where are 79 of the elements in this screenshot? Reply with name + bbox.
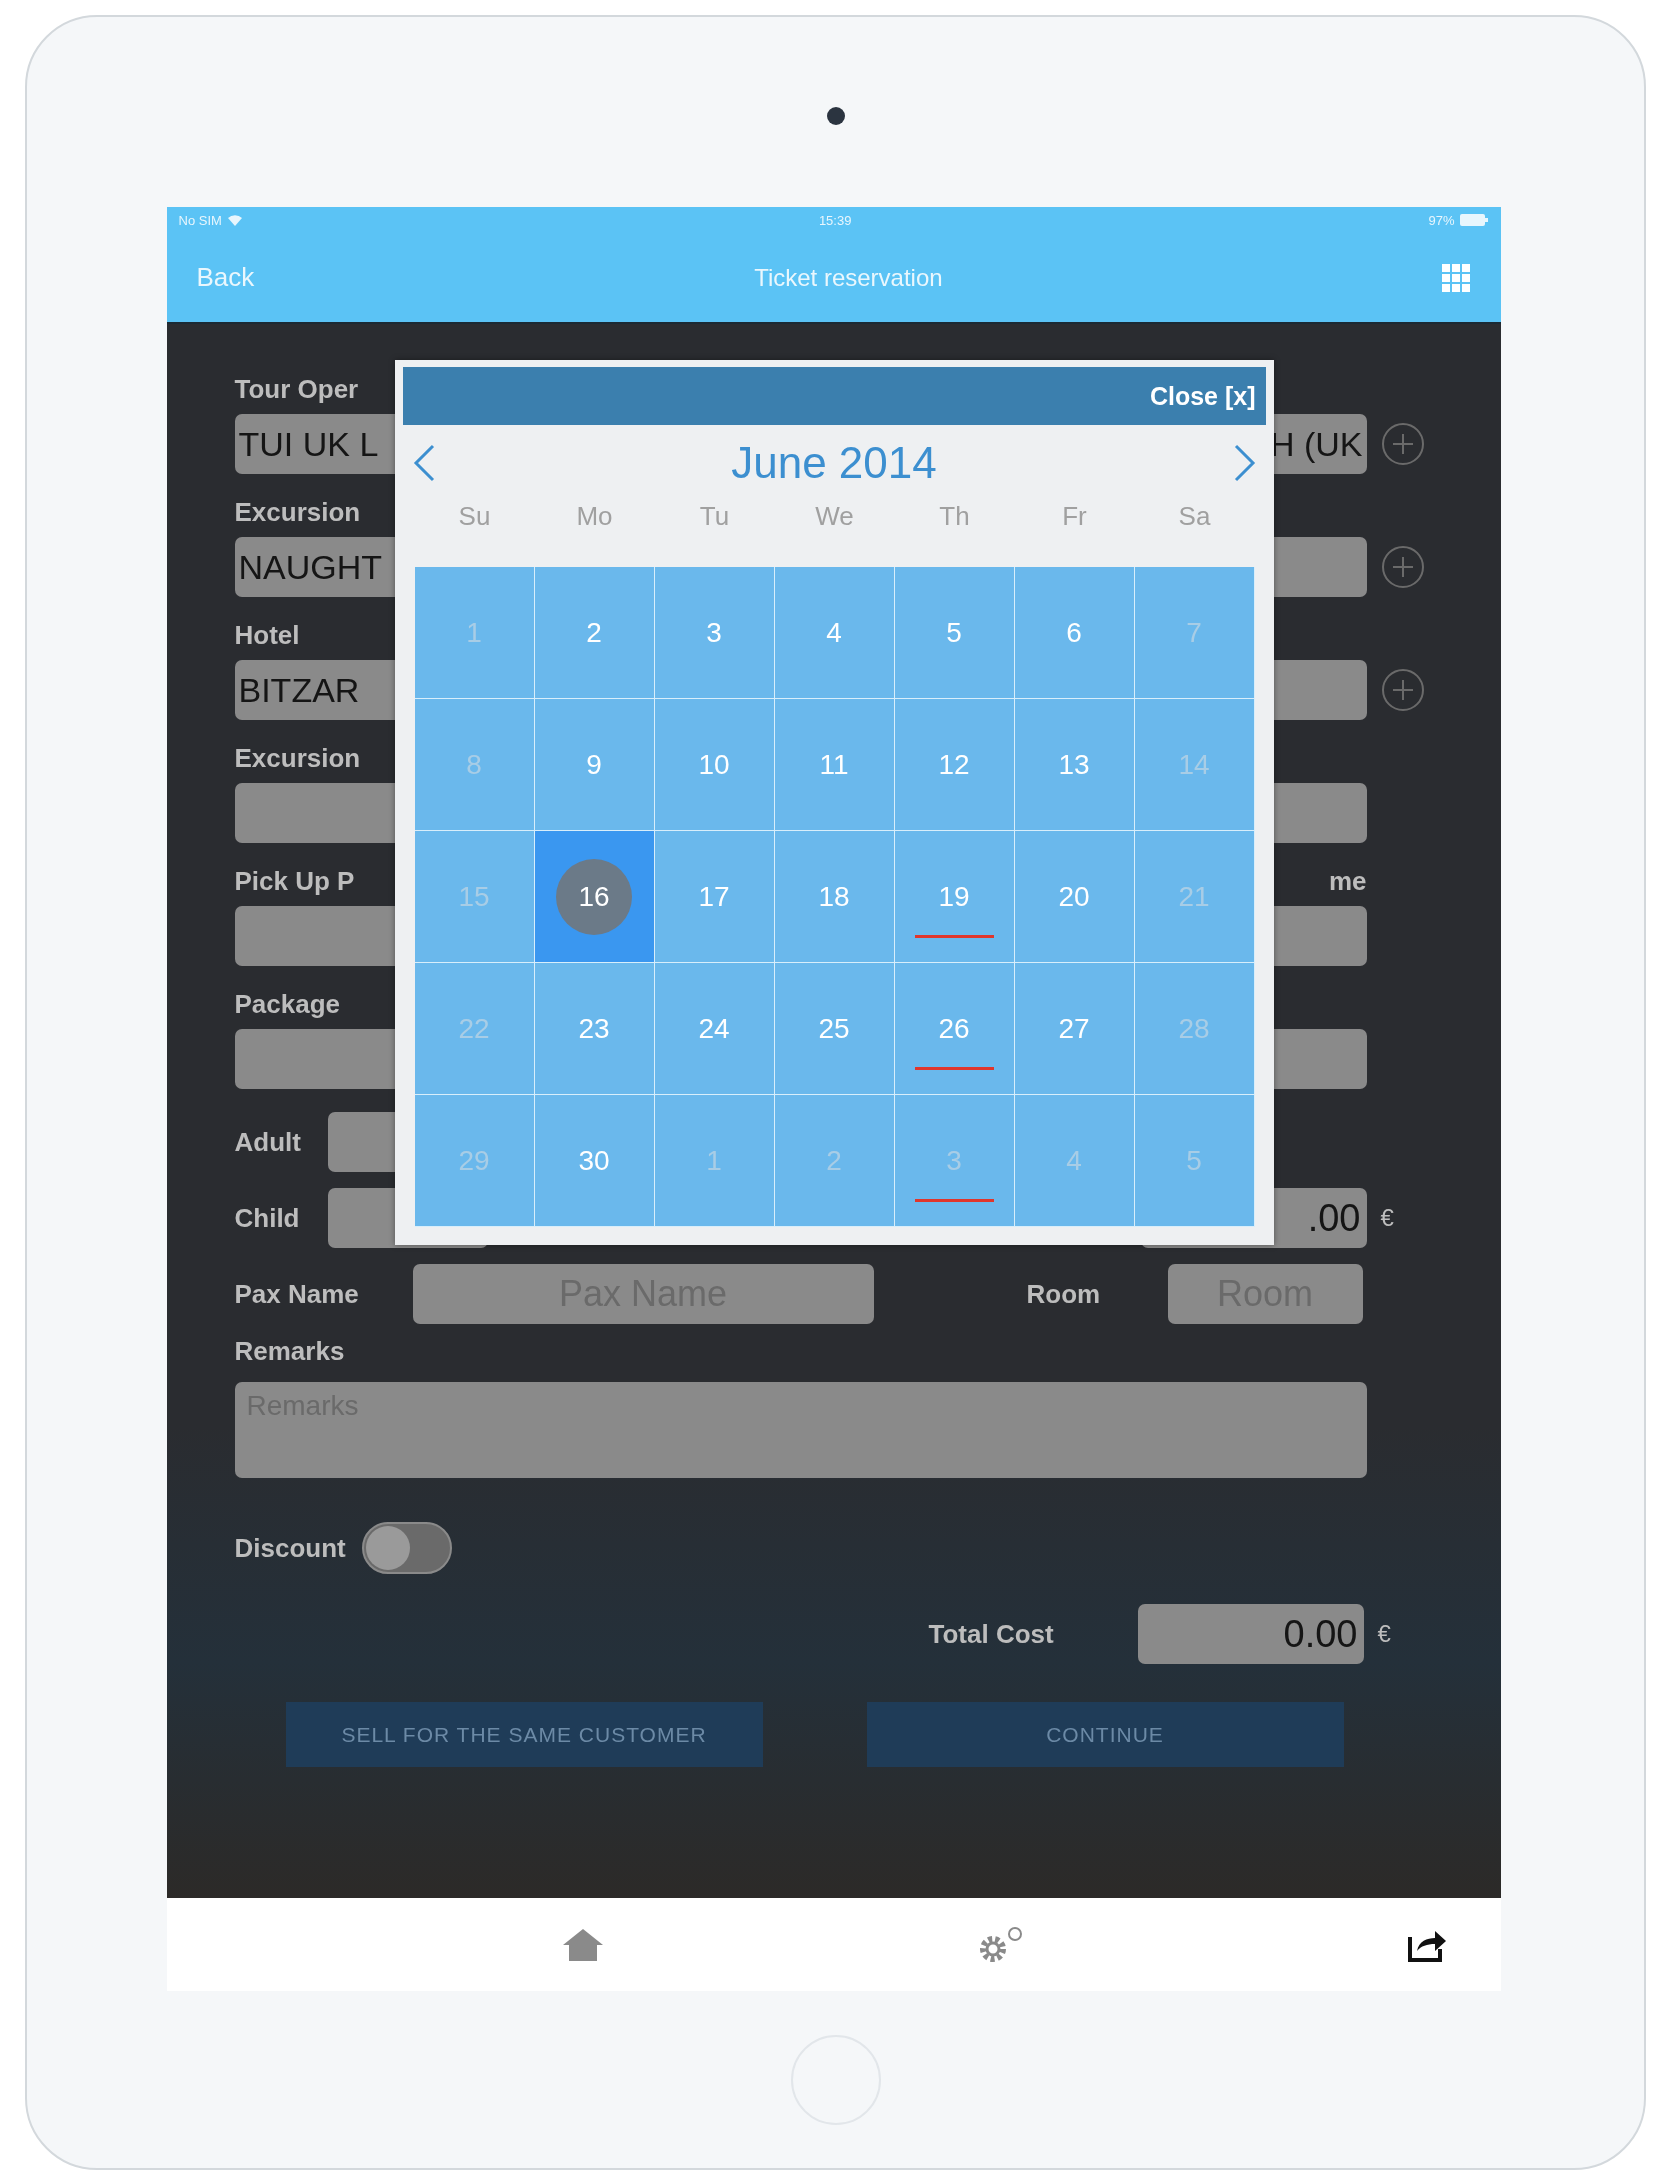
battery-icon [1460, 214, 1489, 226]
status-time: 15:39 [818, 212, 852, 228]
weekday-label: Sa [1177, 501, 1212, 532]
field-label: Tour Oper [234, 374, 359, 404]
field-value: BITZAR [238, 670, 360, 710]
field-label: Excursion [234, 743, 361, 773]
price-value: .00 [1307, 1196, 1361, 1240]
field-value: TUI UK L [238, 424, 379, 464]
camera-dot [826, 107, 845, 125]
month-title: June 2014 [731, 438, 937, 488]
day-cell[interactable]: 18 [774, 831, 895, 963]
day-cell[interactable]: 20 [1014, 831, 1135, 963]
day-cell[interactable]: 4 [1014, 1095, 1135, 1227]
discount-toggle[interactable] [361, 1522, 452, 1574]
day-cell[interactable]: 3 [654, 567, 775, 699]
grid-menu-icon[interactable] [1442, 263, 1471, 292]
day-cell[interactable]: 10 [654, 699, 775, 831]
field-label: Adult [234, 1126, 302, 1158]
weekday-label: Th [938, 501, 971, 532]
action-button[interactable]: SELL FOR THE SAME CUSTOMER [285, 1702, 763, 1767]
day-cell[interactable]: 3 [894, 1095, 1015, 1227]
close-button[interactable]: Close [x] [1149, 381, 1256, 411]
day-cell[interactable]: 7 [1134, 567, 1255, 699]
field-label: Room [1026, 1278, 1102, 1310]
weekday-label: Tu [698, 501, 731, 532]
day-cell[interactable]: 17 [654, 831, 775, 963]
day-cell[interactable]: 19 [894, 831, 1015, 963]
field-label: Pick Up P [234, 866, 355, 896]
weekday-label: Mo [575, 501, 614, 532]
day-cell[interactable]: 29 [414, 1095, 535, 1227]
day-cell[interactable]: 30 [534, 1095, 655, 1227]
day-cell[interactable]: 4 [774, 567, 895, 699]
day-cell[interactable]: 25 [774, 963, 895, 1095]
day-cell[interactable]: 1 [654, 1095, 775, 1227]
add-icon[interactable] [1380, 668, 1425, 712]
day-cell[interactable]: 28 [1134, 963, 1255, 1095]
add-icon[interactable] [1380, 545, 1425, 589]
day-cell[interactable]: 14 [1134, 699, 1255, 831]
action-button[interactable]: CONTINUE [866, 1702, 1344, 1767]
currency-text: € [1377, 1620, 1391, 1648]
day-cell[interactable]: 15 [414, 831, 535, 963]
field-label: Hotel [234, 620, 300, 650]
day-cell[interactable]: 6 [1014, 567, 1135, 699]
field-label: Discount [234, 1532, 346, 1564]
day-cell[interactable]: 1 [414, 567, 535, 699]
day-cell[interactable]: 2 [774, 1095, 895, 1227]
day-cell[interactable]: 13 [1014, 699, 1135, 831]
battery-text: 97% [1428, 212, 1455, 228]
day-cell[interactable]: 24 [654, 963, 775, 1095]
day-cell[interactable]: 16 [534, 831, 655, 963]
day-cell[interactable]: 8 [414, 699, 535, 831]
back-link[interactable]: Back [196, 262, 255, 293]
day-cell[interactable]: 11 [774, 699, 895, 831]
weekday-label: Fr [1061, 501, 1088, 532]
field-label: Child [234, 1202, 301, 1234]
field-label: Excursion [234, 497, 361, 527]
weekday-label: We [814, 501, 855, 532]
day-cell[interactable]: 5 [1134, 1095, 1255, 1227]
day-cell[interactable]: 22 [414, 963, 535, 1095]
field-label: Package [234, 989, 341, 1019]
add-icon[interactable] [1380, 422, 1425, 466]
day-cell[interactable]: 23 [534, 963, 655, 1095]
weekday-label: Su [457, 501, 492, 532]
total-value: 0.00 [1283, 1612, 1358, 1656]
field-label: me [1328, 866, 1367, 896]
day-cell[interactable]: 27 [1014, 963, 1135, 1095]
field-label: Total Cost [928, 1618, 1055, 1650]
field-value: NAUGHT [238, 547, 383, 587]
field-label: Pax Name [234, 1278, 360, 1310]
day-cell[interactable]: 5 [894, 567, 1015, 699]
field-label: Remarks [234, 1336, 346, 1368]
day-cell[interactable]: 21 [1134, 831, 1255, 963]
day-cell[interactable]: 2 [534, 567, 655, 699]
wifi-icon [227, 214, 242, 226]
day-cell[interactable]: 12 [894, 699, 1015, 831]
carrier-text: No SIM [178, 212, 222, 228]
day-cell[interactable]: 26 [894, 963, 1015, 1095]
currency-text: € [1380, 1204, 1394, 1232]
screen-title: Ticket reservation [754, 263, 943, 292]
